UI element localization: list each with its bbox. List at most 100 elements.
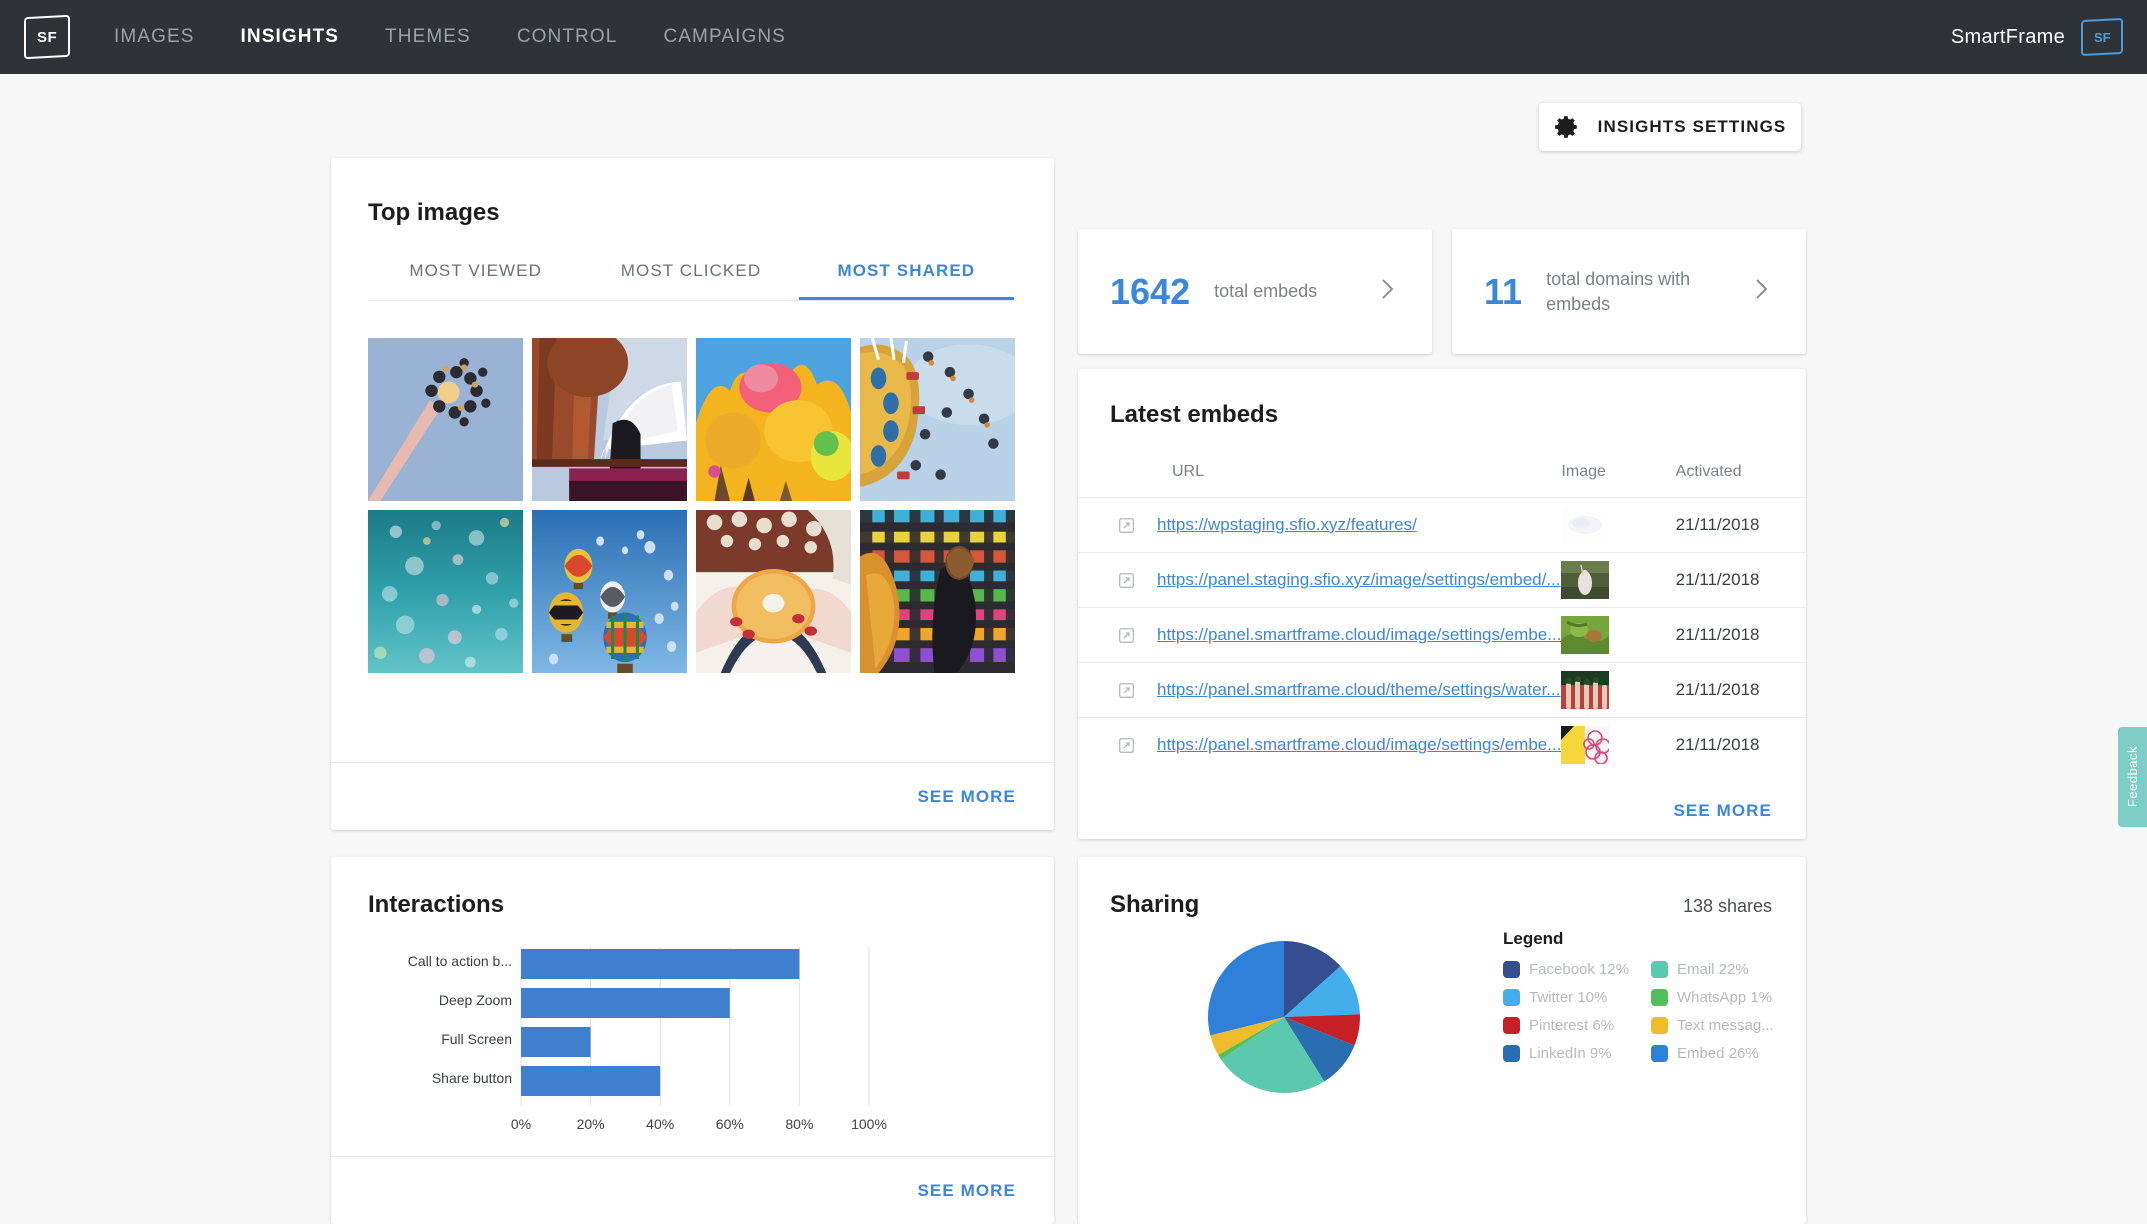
- svg-text:Share button: Share button: [432, 1070, 512, 1086]
- embed-url-link[interactable]: https://wpstaging.sfio.xyz/features/: [1157, 515, 1417, 535]
- total-domains-value: 11: [1484, 270, 1523, 312]
- feedback-tab[interactable]: Feedback: [2118, 727, 2147, 827]
- main-nav-items: IMAGES INSIGHTS THEMES CONTROL CAMPAIGNS: [114, 26, 786, 48]
- top-images-card: Top images MOST VIEWED MOST CLICKED MOST…: [331, 158, 1054, 830]
- embed-thumbnail: [1561, 506, 1610, 544]
- svg-text:Deep Zoom: Deep Zoom: [439, 992, 512, 1008]
- legend-item-embed: Embed 26%: [1651, 1045, 1799, 1062]
- nav-item-campaigns[interactable]: CAMPAIGNS: [663, 26, 786, 48]
- table-header-row: URL Image Activated: [1078, 455, 1806, 498]
- external-link-icon[interactable]: [1118, 517, 1135, 534]
- column-header-activated: Activated: [1675, 463, 1742, 480]
- nav-item-insights[interactable]: INSIGHTS: [241, 26, 340, 48]
- legend-item-pinterest: Pinterest 6%: [1503, 1017, 1651, 1034]
- table-row[interactable]: https://panel.staging.sfio.xyz/image/set…: [1078, 552, 1806, 608]
- chevron-right-icon: [1380, 277, 1396, 306]
- top-image-thumbnail[interactable]: [696, 510, 851, 673]
- top-images-footer: SEE MORE: [331, 762, 1054, 830]
- feedback-tab-label: Feedback: [2125, 746, 2140, 808]
- sharing-title: Sharing: [1110, 891, 1200, 918]
- brand-logo[interactable]: SF: [2081, 17, 2123, 57]
- tab-most-viewed[interactable]: MOST VIEWED: [368, 261, 583, 300]
- svg-text:60%: 60%: [716, 1116, 744, 1132]
- legend-label-email: Email 22%: [1677, 961, 1749, 978]
- top-image-thumbnail[interactable]: [860, 338, 1015, 501]
- total-domains-stat-card[interactable]: 11 total domains with embeds: [1452, 229, 1806, 354]
- top-images-see-more-link[interactable]: SEE MORE: [917, 787, 1016, 807]
- column-header-image: Image: [1561, 463, 1606, 480]
- legend-label-pinterest: Pinterest 6%: [1529, 1017, 1615, 1034]
- nav-item-themes[interactable]: THEMES: [385, 26, 471, 48]
- legend-swatch-embed: [1651, 1045, 1668, 1062]
- total-domains-label: total domains with embeds: [1546, 269, 1691, 314]
- top-image-thumbnail[interactable]: [532, 510, 687, 673]
- insights-settings-button[interactable]: INSIGHTS SETTINGS: [1539, 103, 1801, 151]
- chart-x-tick-labels: 0% 20% 40% 60% 80% 100%: [511, 1116, 887, 1132]
- legend-label-linkedin: LinkedIn 9%: [1529, 1045, 1612, 1062]
- top-image-thumbnail[interactable]: [368, 338, 523, 501]
- top-image-thumbnail[interactable]: [696, 338, 851, 501]
- legend-swatch-text-message: [1651, 1017, 1668, 1034]
- table-row[interactable]: https://panel.smartframe.cloud/image/set…: [1078, 607, 1806, 663]
- latest-embeds-see-more-link[interactable]: SEE MORE: [1673, 801, 1772, 821]
- legend-label-whatsapp: WhatsApp 1%: [1677, 989, 1773, 1006]
- svg-text:40%: 40%: [646, 1116, 674, 1132]
- top-images-title: Top images: [368, 199, 500, 226]
- table-row[interactable]: https://panel.smartframe.cloud/theme/set…: [1078, 662, 1806, 718]
- insights-settings-label: INSIGHTS SETTINGS: [1597, 117, 1787, 136]
- external-link-icon[interactable]: [1118, 627, 1135, 644]
- table-row[interactable]: https://wpstaging.sfio.xyz/features/ 21/…: [1078, 497, 1806, 553]
- smartframe-logo[interactable]: SF: [24, 14, 70, 60]
- legend-label-facebook: Facebook 12%: [1529, 961, 1630, 978]
- svg-text:20%: 20%: [577, 1116, 605, 1132]
- external-link-icon[interactable]: [1118, 737, 1135, 754]
- sharing-pie-chart: [1208, 941, 1360, 1093]
- page-content: INSIGHTS SETTINGS Top images MOST VIEWED…: [0, 74, 2147, 1224]
- legend-swatch-pinterest: [1503, 1017, 1520, 1034]
- brand-area: SmartFrame SF: [1950, 17, 2123, 57]
- legend-item-whatsapp: WhatsApp 1%: [1651, 989, 1799, 1006]
- column-header-url: URL: [1172, 463, 1205, 480]
- logo-text: SF: [36, 28, 58, 46]
- external-link-icon[interactable]: [1118, 682, 1135, 699]
- top-image-thumbnail[interactable]: [532, 338, 687, 501]
- embed-thumbnail: [1561, 561, 1610, 599]
- brand-name-label: SmartFrame: [1950, 25, 2065, 48]
- svg-text:Full Screen: Full Screen: [441, 1031, 512, 1047]
- legend-item-email: Email 22%: [1651, 961, 1799, 978]
- legend-swatch-email: [1651, 961, 1668, 978]
- embed-activated-date: 21/11/2018: [1675, 515, 1760, 534]
- embed-url-link[interactable]: https://panel.smartframe.cloud/image/set…: [1157, 625, 1561, 645]
- embed-thumbnail: [1561, 726, 1610, 765]
- nav-item-control[interactable]: CONTROL: [517, 26, 618, 48]
- legend-swatch-linkedin: [1503, 1045, 1520, 1062]
- tab-most-clicked[interactable]: MOST CLICKED: [583, 261, 798, 300]
- embed-url-link[interactable]: https://panel.staging.sfio.xyz/image/set…: [1157, 570, 1561, 590]
- chart-category-labels: Call to action b... Deep Zoom Full Scree…: [408, 953, 512, 1086]
- latest-embeds-table: URL Image Activated https://wpstaging.sf…: [1078, 455, 1806, 773]
- latest-embeds-card: Latest embeds URL Image Activated https:…: [1078, 369, 1806, 839]
- brand-logo-text: SF: [2093, 29, 2111, 45]
- embed-thumbnail: [1561, 616, 1610, 654]
- legend-swatch-whatsapp: [1651, 989, 1668, 1006]
- nav-item-images[interactable]: IMAGES: [114, 26, 195, 48]
- top-image-thumbnail[interactable]: [860, 510, 1015, 673]
- top-images-tabs: MOST VIEWED MOST CLICKED MOST SHARED: [368, 261, 1014, 301]
- table-row[interactable]: https://panel.smartframe.cloud/image/set…: [1078, 717, 1806, 773]
- legend-label-text-message: Text messag...: [1677, 1017, 1774, 1034]
- legend-swatch-twitter: [1503, 989, 1520, 1006]
- external-link-icon[interactable]: [1118, 572, 1135, 589]
- embed-url-link[interactable]: https://panel.smartframe.cloud/image/set…: [1157, 735, 1561, 755]
- sharing-card: Sharing 138 shares Legend Facebook 12% T…: [1078, 857, 1806, 1224]
- top-image-thumbnail[interactable]: [368, 510, 523, 673]
- total-embeds-label: total embeds: [1214, 281, 1318, 302]
- embed-activated-date: 21/11/2018: [1675, 570, 1760, 589]
- top-navigation-bar: SF IMAGES INSIGHTS THEMES CONTROL CAMPAI…: [0, 0, 2147, 74]
- total-embeds-stat-card[interactable]: 1642 total embeds: [1078, 229, 1432, 354]
- interactions-see-more-link[interactable]: SEE MORE: [917, 1181, 1016, 1201]
- legend-swatch-facebook: [1503, 961, 1520, 978]
- tab-most-shared[interactable]: MOST SHARED: [798, 261, 1014, 300]
- embed-url-link[interactable]: https://panel.smartframe.cloud/theme/set…: [1157, 680, 1560, 700]
- legend-column-left: Facebook 12% Twitter 10% Pinterest 6% Li…: [1503, 961, 1651, 1062]
- legend-label-twitter: Twitter 10%: [1529, 989, 1608, 1006]
